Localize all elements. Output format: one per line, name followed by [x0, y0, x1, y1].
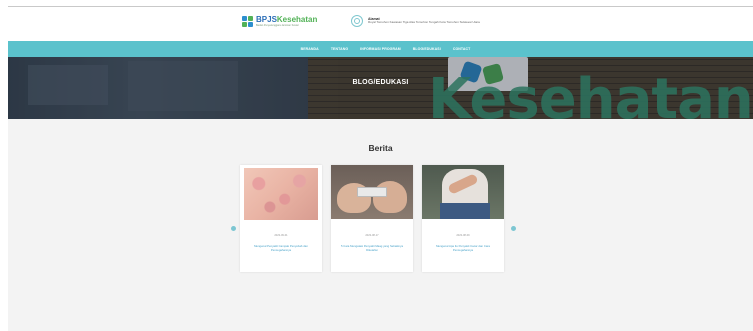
brand-logo[interactable]: BPJSKesehatan Badan Penyelenggara Jamina… — [242, 16, 317, 28]
main-nav: BERANDA TENTANG INFORMASI PROGRAM BLOG/E… — [8, 41, 753, 57]
nav-item-blog-edukasi[interactable]: BLOG/EDUKASI — [413, 47, 441, 51]
carousel-prev-button[interactable] — [231, 226, 236, 231]
logo-name-part1: BPJS — [256, 15, 277, 24]
news-date: 2023-08-09 — [456, 234, 470, 237]
skin-rash-image — [244, 168, 318, 220]
nav-item-tentang[interactable]: TENTANG — [331, 47, 348, 51]
news-card[interactable]: 2023-09-01 Mengenal Penyakit Campak Peny… — [240, 165, 322, 272]
news-title-link[interactable]: Mengenal Penyakit Campak Penyebab dan Pe… — [248, 244, 314, 252]
news-title-link[interactable]: Mengenal Apa Itu Penyakit Cacar dan Cara… — [430, 244, 496, 252]
arm-checkup-image — [422, 165, 504, 219]
carousel-next-button[interactable] — [511, 226, 516, 231]
address-block: Alamat Royal Tomohon Kawasan Tiga Alas T… — [351, 15, 480, 27]
pills-image — [331, 165, 413, 219]
nav-item-contact[interactable]: CONTACT — [453, 47, 471, 51]
news-section: Berita 2023-09-01 Mengenal Penyakit Camp… — [8, 119, 753, 331]
news-thumbnail[interactable] — [244, 168, 318, 220]
section-title: Berita — [368, 143, 393, 153]
news-card[interactable]: 2023-08-09 Mengenal Apa Itu Penyakit Cac… — [422, 165, 504, 272]
logo-tagline: Badan Penyelenggara Jaminan Sosial — [256, 24, 299, 27]
news-thumbnail[interactable] — [331, 165, 413, 219]
news-thumbnail[interactable] — [422, 165, 504, 219]
logo-mark-icon — [242, 16, 253, 28]
logo-title: BPJSKesehatan — [256, 16, 317, 24]
nav-item-informasi-program[interactable]: INFORMASI PROGRAM — [360, 47, 401, 51]
news-title-link[interactable]: 5 Cara Mengatasi Penyakit Maag yang Seba… — [339, 244, 405, 252]
news-date: 2023-08-17 — [365, 234, 379, 237]
address-text: Royal Tomohon Kawasan Tiga Alas Tomohon … — [368, 20, 480, 25]
news-date: 2023-09-01 — [274, 234, 288, 237]
hero-banner: Kesehatan BLOG/EDUKASI — [8, 57, 753, 119]
news-card[interactable]: 2023-08-17 5 Cara Mengatasi Penyakit Maa… — [331, 165, 413, 272]
page-title: BLOG/EDUKASI — [352, 79, 409, 86]
location-pin-icon — [351, 15, 363, 27]
nav-item-beranda[interactable]: BERANDA — [301, 47, 319, 51]
site-header: BPJSKesehatan Badan Penyelenggara Jamina… — [8, 7, 753, 41]
logo-name-part2: Kesehatan — [276, 15, 318, 24]
